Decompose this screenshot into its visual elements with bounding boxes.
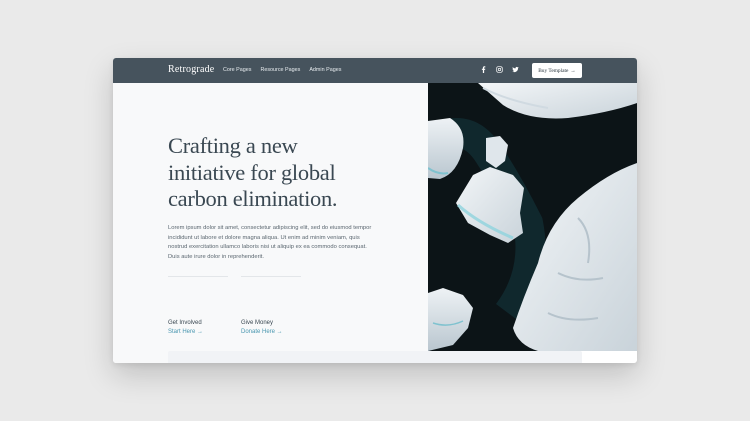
twitter-icon[interactable] xyxy=(512,66,519,73)
facebook-icon[interactable] xyxy=(480,66,487,73)
headline-line-2: initiative for global xyxy=(168,159,336,185)
cta-divider-1 xyxy=(168,276,228,277)
iceberg-illustration xyxy=(428,83,637,351)
get-involved-label: Get Involved xyxy=(168,320,202,326)
hero-image-iceberg-aerial xyxy=(428,83,637,351)
navbar: Retrograde Core Pages Resource Pages Adm… xyxy=(113,58,637,83)
buy-template-label: Buy Template xyxy=(538,67,569,74)
nav-core-pages[interactable]: Core Pages xyxy=(223,67,251,73)
headline-line-3: carbon elimination. xyxy=(168,186,338,211)
give-money-label: Give Money xyxy=(241,320,274,326)
browser-window: Retrograde Core Pages Resource Pages Adm… xyxy=(113,58,637,363)
instagram-icon[interactable] xyxy=(496,66,503,73)
cta-divider-2 xyxy=(241,276,301,277)
start-here-link[interactable]: Start Here → xyxy=(168,329,203,335)
hero-section: Crafting a new initiative for global car… xyxy=(113,83,428,363)
nav-resource-pages[interactable]: Resource Pages xyxy=(260,67,300,73)
buy-template-button[interactable]: Buy Template → xyxy=(532,63,582,78)
social-links xyxy=(480,66,519,73)
nav-links: Core Pages Resource Pages Admin Pages xyxy=(223,67,341,73)
headline-line-1: Crafting a new xyxy=(168,133,298,158)
nav-admin-pages[interactable]: Admin Pages xyxy=(309,67,341,73)
arrow-right-icon: → xyxy=(570,67,576,74)
hero-headline: Crafting a new initiative for global car… xyxy=(168,133,388,213)
bottom-card-edge xyxy=(168,351,582,363)
hero-body-text: Lorem ipsum dolor sit amet, consectetur … xyxy=(168,225,372,260)
brand-logo[interactable]: Retrograde xyxy=(168,64,214,75)
donate-here-link[interactable]: Donate Here → xyxy=(241,329,283,335)
